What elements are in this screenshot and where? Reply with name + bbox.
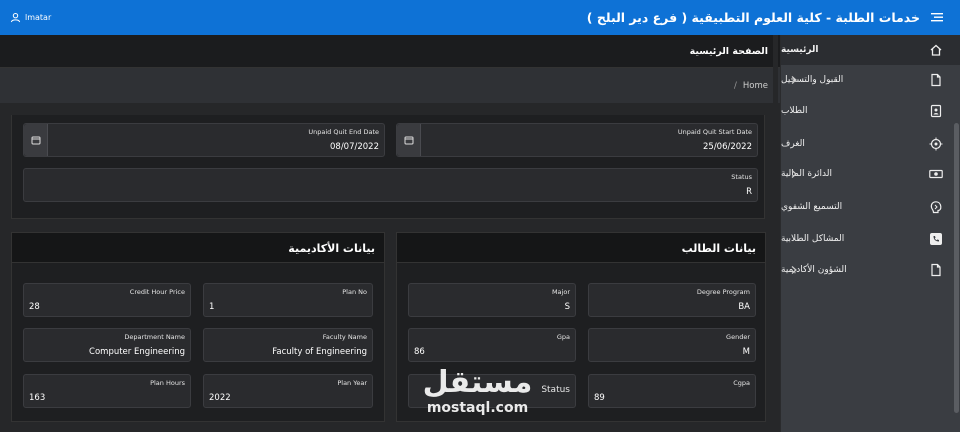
start-date-value: 25/06/2022 xyxy=(703,142,752,152)
plan-year-field[interactable]: Plan Year 2022 xyxy=(203,374,373,408)
gpa-label: Gpa xyxy=(556,333,570,341)
gender-value: M xyxy=(742,347,750,357)
watermark-logo: مستقل mostaql.com xyxy=(420,366,535,426)
sidebar: الرئيسية القبول والتسجيل الطلاب الغرف ال… xyxy=(780,35,960,432)
degree-program-label: Degree Program xyxy=(696,288,750,296)
sidebar-item-admission[interactable]: القبول والتسجيل xyxy=(781,65,960,95)
sidebar-item-rooms[interactable]: الغرف xyxy=(781,129,960,159)
unpaid-quit-end-field[interactable]: Unpaid Quit End Date 08/07/2022 xyxy=(23,123,385,157)
chevron-right-icon[interactable] xyxy=(790,75,798,85)
academic-data-region: بيانات الأكاديمية Plan No 1 Credit Hour … xyxy=(11,232,385,422)
department-name-value: Computer Engineering xyxy=(89,347,185,357)
target-icon xyxy=(929,137,943,151)
sidebar-scrollbar[interactable] xyxy=(954,123,959,413)
academic-region-title: بيانات الأكاديمية xyxy=(288,242,375,255)
top-bar: خدمات الطلبة - كلية العلوم التطبيقية ( ف… xyxy=(0,0,960,35)
page-title: الصفحة الرئيسية xyxy=(689,46,768,57)
sidebar-item-student-problems[interactable]: المشاكل الطلابية xyxy=(781,224,960,254)
breadcrumb-bar xyxy=(0,68,780,103)
sidebar-item-academic-affairs[interactable]: الشؤون الأكاديمية xyxy=(781,255,960,285)
calendar-icon xyxy=(404,136,413,145)
department-name-field[interactable]: Department Name Computer Engineering xyxy=(23,328,191,362)
plan-hours-field[interactable]: Plan Hours 163 xyxy=(23,374,191,408)
sidebar-item-label: المشاكل الطلابية xyxy=(781,234,845,244)
plan-no-label: Plan No xyxy=(342,288,367,296)
plan-no-field[interactable]: Plan No 1 xyxy=(203,283,373,317)
gender-label: Gender xyxy=(726,333,750,341)
breadcrumb-home[interactable]: Home xyxy=(743,81,768,91)
sidebar-item-oral-recitation[interactable]: التسميع الشفوي xyxy=(781,192,960,222)
gpa-field[interactable]: Gpa 86 xyxy=(408,328,576,362)
contact-card-icon xyxy=(930,104,942,118)
sidebar-item-students[interactable]: الطلاب xyxy=(781,96,960,126)
sidebar-item-label: التسميع الشفوي xyxy=(781,202,843,212)
gpa-value: 86 xyxy=(414,347,425,357)
watermark-arabic: مستقل xyxy=(422,365,533,400)
money-icon xyxy=(929,169,943,179)
academic-region-header: بيانات الأكاديمية xyxy=(12,233,384,263)
major-value: S xyxy=(564,302,570,312)
quit-region: Unpaid Quit Start Date 25/06/2022 Unpaid… xyxy=(11,115,765,219)
brain-icon xyxy=(930,201,942,214)
unpaid-quit-start-field[interactable]: Unpaid Quit Start Date 25/06/2022 xyxy=(396,123,758,157)
sidebar-item-label: الطلاب xyxy=(781,106,808,116)
credit-hour-price-value: 28 xyxy=(29,302,40,312)
department-name-label: Department Name xyxy=(124,333,185,341)
end-date-picker-button[interactable] xyxy=(24,124,48,156)
faculty-name-label: Faculty Name xyxy=(322,333,367,341)
plan-hours-value: 163 xyxy=(29,393,46,403)
sidebar-item-label: الرئيسية xyxy=(781,45,819,55)
gender-field[interactable]: Gender M xyxy=(588,328,756,362)
hamburger-icon[interactable] xyxy=(930,10,944,24)
page-title-bar: الصفحة الرئيسية xyxy=(0,35,780,68)
quit-status-label: Status xyxy=(731,173,752,181)
cgpa-field[interactable]: Cgpa 89 xyxy=(588,374,756,408)
cgpa-value: 89 xyxy=(594,393,605,403)
faculty-name-value: Faculty of Engineering xyxy=(272,347,367,357)
main-scrollbar[interactable] xyxy=(773,35,778,432)
credit-hour-price-label: Credit Hour Price xyxy=(129,288,185,296)
calendar-icon xyxy=(31,136,40,145)
degree-program-value: BA xyxy=(738,302,750,312)
sidebar-item-label: الغرف xyxy=(781,139,805,149)
major-label: Major xyxy=(551,288,570,296)
plan-no-value: 1 xyxy=(209,302,215,312)
home-icon xyxy=(930,44,942,56)
sidebar-item-home[interactable]: الرئيسية xyxy=(781,35,960,65)
student-region-header: بيانات الطالب xyxy=(397,233,765,263)
app-title: خدمات الطلبة - كلية العلوم التطبيقية ( ف… xyxy=(586,10,920,25)
student-status-label: Status xyxy=(541,385,570,395)
end-date-value: 08/07/2022 xyxy=(330,142,379,152)
document-icon xyxy=(931,73,941,87)
user-menu[interactable]: lmatar xyxy=(10,12,51,23)
plan-year-value: 2022 xyxy=(209,393,231,403)
degree-program-field[interactable]: Degree Program BA xyxy=(588,283,756,317)
breadcrumb: / Home xyxy=(734,81,768,91)
major-field[interactable]: Major S xyxy=(408,283,576,317)
watermark-latin: mostaql.com xyxy=(426,400,529,416)
credit-hour-price-field[interactable]: Credit Hour Price 28 xyxy=(23,283,191,317)
user-name: lmatar xyxy=(25,13,52,22)
end-date-label: Unpaid Quit End Date xyxy=(308,128,379,136)
chevron-right-icon[interactable] xyxy=(790,169,798,179)
quit-status-value: R xyxy=(746,187,752,197)
start-date-picker-button[interactable] xyxy=(397,124,421,156)
plan-hours-label: Plan Hours xyxy=(150,379,185,387)
user-icon xyxy=(10,12,21,23)
chevron-right-icon[interactable] xyxy=(790,265,798,275)
phone-icon xyxy=(930,233,942,245)
start-date-label: Unpaid Quit Start Date xyxy=(677,128,752,136)
sidebar-item-label: الدائرة المالية xyxy=(781,169,832,179)
faculty-name-field[interactable]: Faculty Name Faculty of Engineering xyxy=(203,328,373,362)
student-region-title: بيانات الطالب xyxy=(681,242,756,255)
document-icon xyxy=(931,263,941,277)
cgpa-label: Cgpa xyxy=(733,379,750,387)
main-content: الصفحة الرئيسية / Home Unpaid Quit Start … xyxy=(0,35,780,432)
breadcrumb-separator: / xyxy=(734,81,737,91)
plan-year-label: Plan Year xyxy=(337,379,367,387)
sidebar-item-finance[interactable]: الدائرة المالية xyxy=(781,159,960,189)
quit-status-field[interactable]: Status R xyxy=(23,168,758,202)
